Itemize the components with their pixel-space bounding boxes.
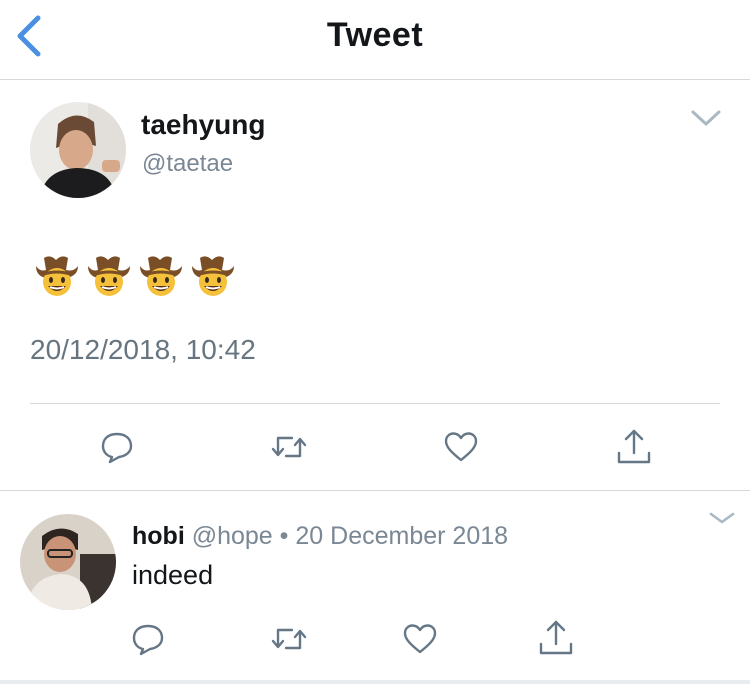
reply-button[interactable] — [131, 622, 165, 661]
retweet-icon — [271, 628, 307, 650]
divider — [0, 680, 750, 684]
author-name[interactable]: taehyung — [141, 109, 265, 141]
chevron-down-icon — [709, 512, 735, 524]
retweet-button[interactable] — [270, 430, 308, 469]
reply-author-name[interactable]: hobi — [132, 522, 185, 550]
share-icon — [539, 620, 573, 655]
divider — [0, 490, 750, 491]
reply-options-button[interactable] — [708, 510, 736, 531]
avatar[interactable] — [30, 102, 126, 198]
reply-icon — [132, 624, 164, 656]
reply-author-handle[interactable]: @hope — [192, 522, 273, 550]
tweet-options-button[interactable] — [690, 108, 722, 133]
top-nav-bar: Tweet — [0, 0, 750, 80]
meta-separator: • — [279, 522, 289, 550]
cowboy-face-icon — [36, 256, 78, 296]
cowboy-face-icon — [192, 256, 234, 296]
like-button[interactable] — [443, 431, 479, 468]
reply-date: 20 December 2018 — [295, 522, 509, 550]
reply-button[interactable] — [100, 430, 134, 469]
tweet-timestamp: 20/12/2018, 10:42 — [30, 334, 256, 365]
retweet-button[interactable] — [270, 622, 308, 661]
divider — [30, 403, 720, 404]
chevron-down-icon — [691, 110, 721, 126]
avatar[interactable] — [20, 514, 116, 610]
cowboy-face-icon — [88, 256, 130, 296]
author-handle[interactable]: @taetae — [142, 150, 233, 178]
retweet-icon — [271, 436, 307, 458]
page-title: Tweet — [326, 16, 424, 54]
reply-icon — [101, 432, 133, 464]
share-icon — [617, 429, 651, 464]
reply-text: indeed — [132, 560, 214, 590]
reply-header: hobi @hope • 20 December 2018 — [132, 522, 508, 551]
cowboy-face-icon — [140, 256, 182, 296]
heart-icon — [403, 624, 437, 654]
share-button[interactable] — [536, 618, 576, 663]
heart-icon — [444, 432, 478, 462]
share-button[interactable] — [614, 427, 654, 472]
like-button[interactable] — [402, 623, 438, 660]
